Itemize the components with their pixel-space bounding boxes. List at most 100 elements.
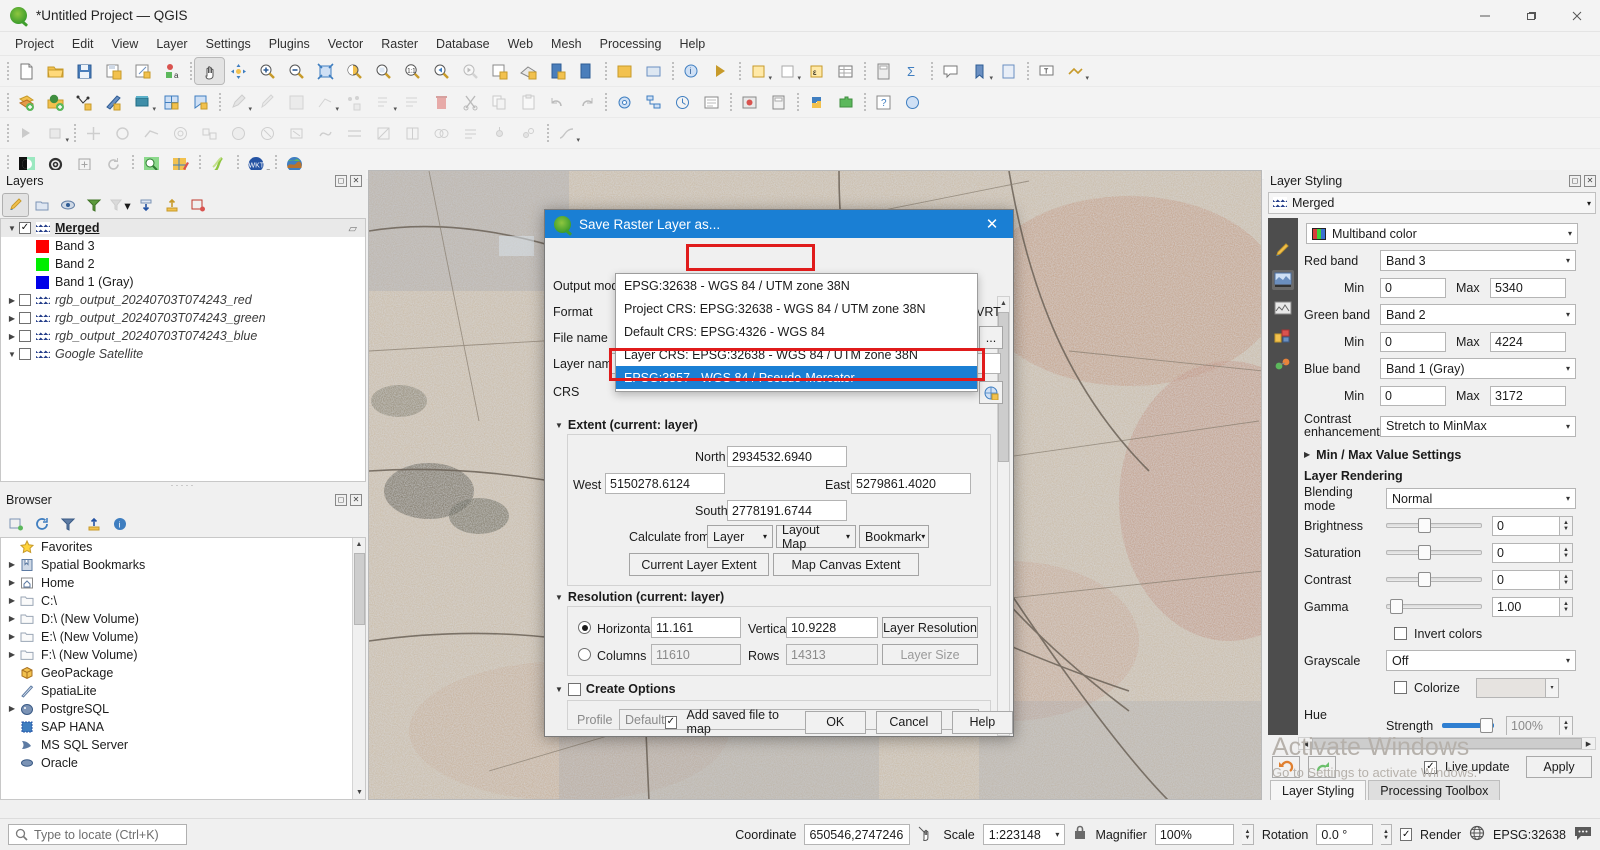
zoom-to-layer-button[interactable] xyxy=(369,58,398,84)
chevron-down-icon[interactable]: ▾ xyxy=(1566,256,1573,265)
show-map-tips-button[interactable] xyxy=(936,58,965,84)
model-designer-button[interactable] xyxy=(639,89,668,115)
menu-project[interactable]: Project xyxy=(6,34,63,54)
layer-checkbox[interactable] xyxy=(19,330,31,342)
select-by-expression-button[interactable]: ε xyxy=(802,58,831,84)
open-layer-styling-icon[interactable] xyxy=(2,193,29,217)
manage-visibility-icon[interactable] xyxy=(55,194,80,216)
scroll-down-icon[interactable]: ▼ xyxy=(353,786,365,799)
colorize-checkbox[interactable] xyxy=(1394,681,1407,694)
layer-item-merged[interactable]: ▼ ✓ Merged ▱ xyxy=(1,219,365,237)
select-crs-button[interactable] xyxy=(979,381,1003,404)
copy-features-button[interactable] xyxy=(485,89,514,115)
close-button[interactable] xyxy=(1554,0,1600,32)
blue-band-select[interactable]: Band 1 (Gray) ▾ xyxy=(1380,358,1576,379)
vertical-input[interactable]: 10.9228 xyxy=(786,617,878,638)
blue-min-input[interactable]: 0 xyxy=(1380,385,1446,406)
float-panel-icon[interactable]: ◻ xyxy=(1569,175,1581,187)
statistical-summary-button[interactable]: Σ xyxy=(898,58,927,84)
expand-arrow-icon[interactable]: ▶ xyxy=(5,332,19,341)
results-viewer-button[interactable] xyxy=(697,89,726,115)
multi-edit-button[interactable] xyxy=(398,89,427,115)
browser-item-favorites[interactable]: Favorites xyxy=(1,538,365,556)
layer-band-3[interactable]: Band 3 xyxy=(1,237,365,255)
slider-handle[interactable] xyxy=(1417,518,1431,533)
offset-point-symbols-button[interactable] xyxy=(514,120,543,146)
python-console-button[interactable] xyxy=(802,89,831,115)
layer-checkbox[interactable] xyxy=(19,294,31,306)
rotation-input[interactable]: 0.0 ° xyxy=(1316,824,1373,845)
manage-layers-button[interactable] xyxy=(639,58,668,84)
expand-arrow-icon[interactable]: ▶ xyxy=(5,650,19,659)
green-min-input[interactable]: 0 xyxy=(1380,331,1446,352)
browser-item-f-drive[interactable]: ▶ F:\ (New Volume) xyxy=(1,646,365,664)
browser-item-e-drive[interactable]: ▶ E:\ (New Volume) xyxy=(1,628,365,646)
crs-option-3[interactable]: Layer CRS: EPSG:32638 - WGS 84 / UTM zon… xyxy=(616,343,977,366)
menu-database[interactable]: Database xyxy=(427,34,499,54)
layer-resolution-button[interactable]: Layer Resolution xyxy=(882,617,978,638)
browser-item-home[interactable]: ▶ Home xyxy=(1,574,365,592)
crs-option-4-selected[interactable]: EPSG:3857 - WGS 84 / Pseudo-Mercator xyxy=(616,366,977,389)
renderer-type-select[interactable]: Multiband color ▾ xyxy=(1306,223,1578,244)
gamma-input[interactable]: 1.00 xyxy=(1492,596,1560,617)
digitize-shape-button[interactable]: ▾ xyxy=(41,120,70,146)
expand-arrow-icon[interactable]: ▶ xyxy=(5,560,19,569)
toggle-editing-button[interactable]: ▾ xyxy=(224,89,253,115)
zoom-full-button[interactable] xyxy=(311,58,340,84)
brightness-slider[interactable] xyxy=(1386,516,1482,536)
add-postgis-layer-button[interactable]: ▾ xyxy=(128,89,157,115)
browser-item-spatial-bookmarks[interactable]: ▶ Spatial Bookmarks xyxy=(1,556,365,574)
chevron-down-icon[interactable]: ▾ xyxy=(1566,310,1573,319)
layer-item-rgb-red[interactable]: ▶ rgb_output_20240703T074243_red xyxy=(1,291,365,309)
measure-line-button[interactable]: ▾ xyxy=(1061,58,1090,84)
rotate-point-symbols-button[interactable] xyxy=(485,120,514,146)
about-button[interactable] xyxy=(898,89,927,115)
toggle-extents-icon[interactable] xyxy=(918,826,935,844)
chevron-down-icon[interactable]: ▾ xyxy=(1568,229,1575,238)
filter-browser-icon[interactable] xyxy=(55,513,80,535)
expand-arrow-icon[interactable]: ▶ xyxy=(5,614,19,623)
layout-manager-button[interactable] xyxy=(128,58,157,84)
vertex-tool-button[interactable] xyxy=(340,89,369,115)
undo-button[interactable] xyxy=(543,89,572,115)
add-wms-layer-button[interactable] xyxy=(157,89,186,115)
scroll-thumb[interactable] xyxy=(354,552,365,625)
browse-filename-button[interactable]: ... xyxy=(979,326,1003,349)
add-selected-layers-icon[interactable] xyxy=(3,513,28,535)
maximize-button[interactable] xyxy=(1508,0,1554,32)
filter-legend-icon[interactable] xyxy=(81,194,106,216)
add-saved-file-checkbox[interactable]: ✓ xyxy=(665,715,677,729)
menu-edit[interactable]: Edit xyxy=(63,34,103,54)
cancel-button[interactable]: Cancel xyxy=(875,710,942,734)
chevron-down-icon[interactable]: ▾ xyxy=(1566,656,1573,665)
menu-raster[interactable]: Raster xyxy=(372,34,427,54)
extent-section-header[interactable]: ▼ Extent (current: layer) xyxy=(555,418,698,432)
new-3d-map-view-button[interactable] xyxy=(514,58,543,84)
gamma-stepper[interactable]: ▲ ▼ xyxy=(1560,596,1573,617)
pan-to-selection-button[interactable] xyxy=(224,58,253,84)
saturation-slider[interactable] xyxy=(1386,543,1482,563)
browser-scrollbar[interactable]: ▲ ▼ xyxy=(352,537,365,799)
browser-item-oracle[interactable]: Oracle xyxy=(1,754,365,772)
scroll-thumb[interactable] xyxy=(1312,738,1582,749)
blue-max-input[interactable]: 3172 xyxy=(1490,385,1566,406)
saturation-stepper[interactable]: ▲ ▼ xyxy=(1560,542,1573,563)
coordinate-input[interactable]: 650546,2747246 xyxy=(804,824,911,845)
menu-processing[interactable]: Processing xyxy=(591,34,671,54)
calc-from-layer-button[interactable]: Layer ▾ xyxy=(707,525,773,548)
offset-curve-button[interactable] xyxy=(340,120,369,146)
locator-search-input[interactable]: Type to locate (Ctrl+K) xyxy=(8,824,188,845)
collapse-all-icon[interactable] xyxy=(159,194,184,216)
styling-hscrollbar[interactable]: ◀ ▶ xyxy=(1298,737,1596,750)
chevron-down-icon[interactable]: ▾ xyxy=(1566,364,1573,373)
invert-colors-checkbox[interactable] xyxy=(1394,627,1407,640)
reshape-features-button[interactable] xyxy=(311,120,340,146)
dialog-close-button[interactable]: ✕ xyxy=(977,210,1007,238)
browser-item-postgresql[interactable]: ▶ PostgreSQL xyxy=(1,700,365,718)
crs-value[interactable]: EPSG:32638 xyxy=(1493,828,1566,842)
grayscale-select[interactable]: Off ▾ xyxy=(1386,650,1576,671)
ok-button[interactable]: OK xyxy=(804,710,866,734)
layer-item-google-satellite[interactable]: ▼ Google Satellite xyxy=(1,345,365,363)
horizontal-input[interactable]: 11.161 xyxy=(651,617,741,638)
expand-arrow-icon[interactable]: ▶ xyxy=(5,632,19,641)
